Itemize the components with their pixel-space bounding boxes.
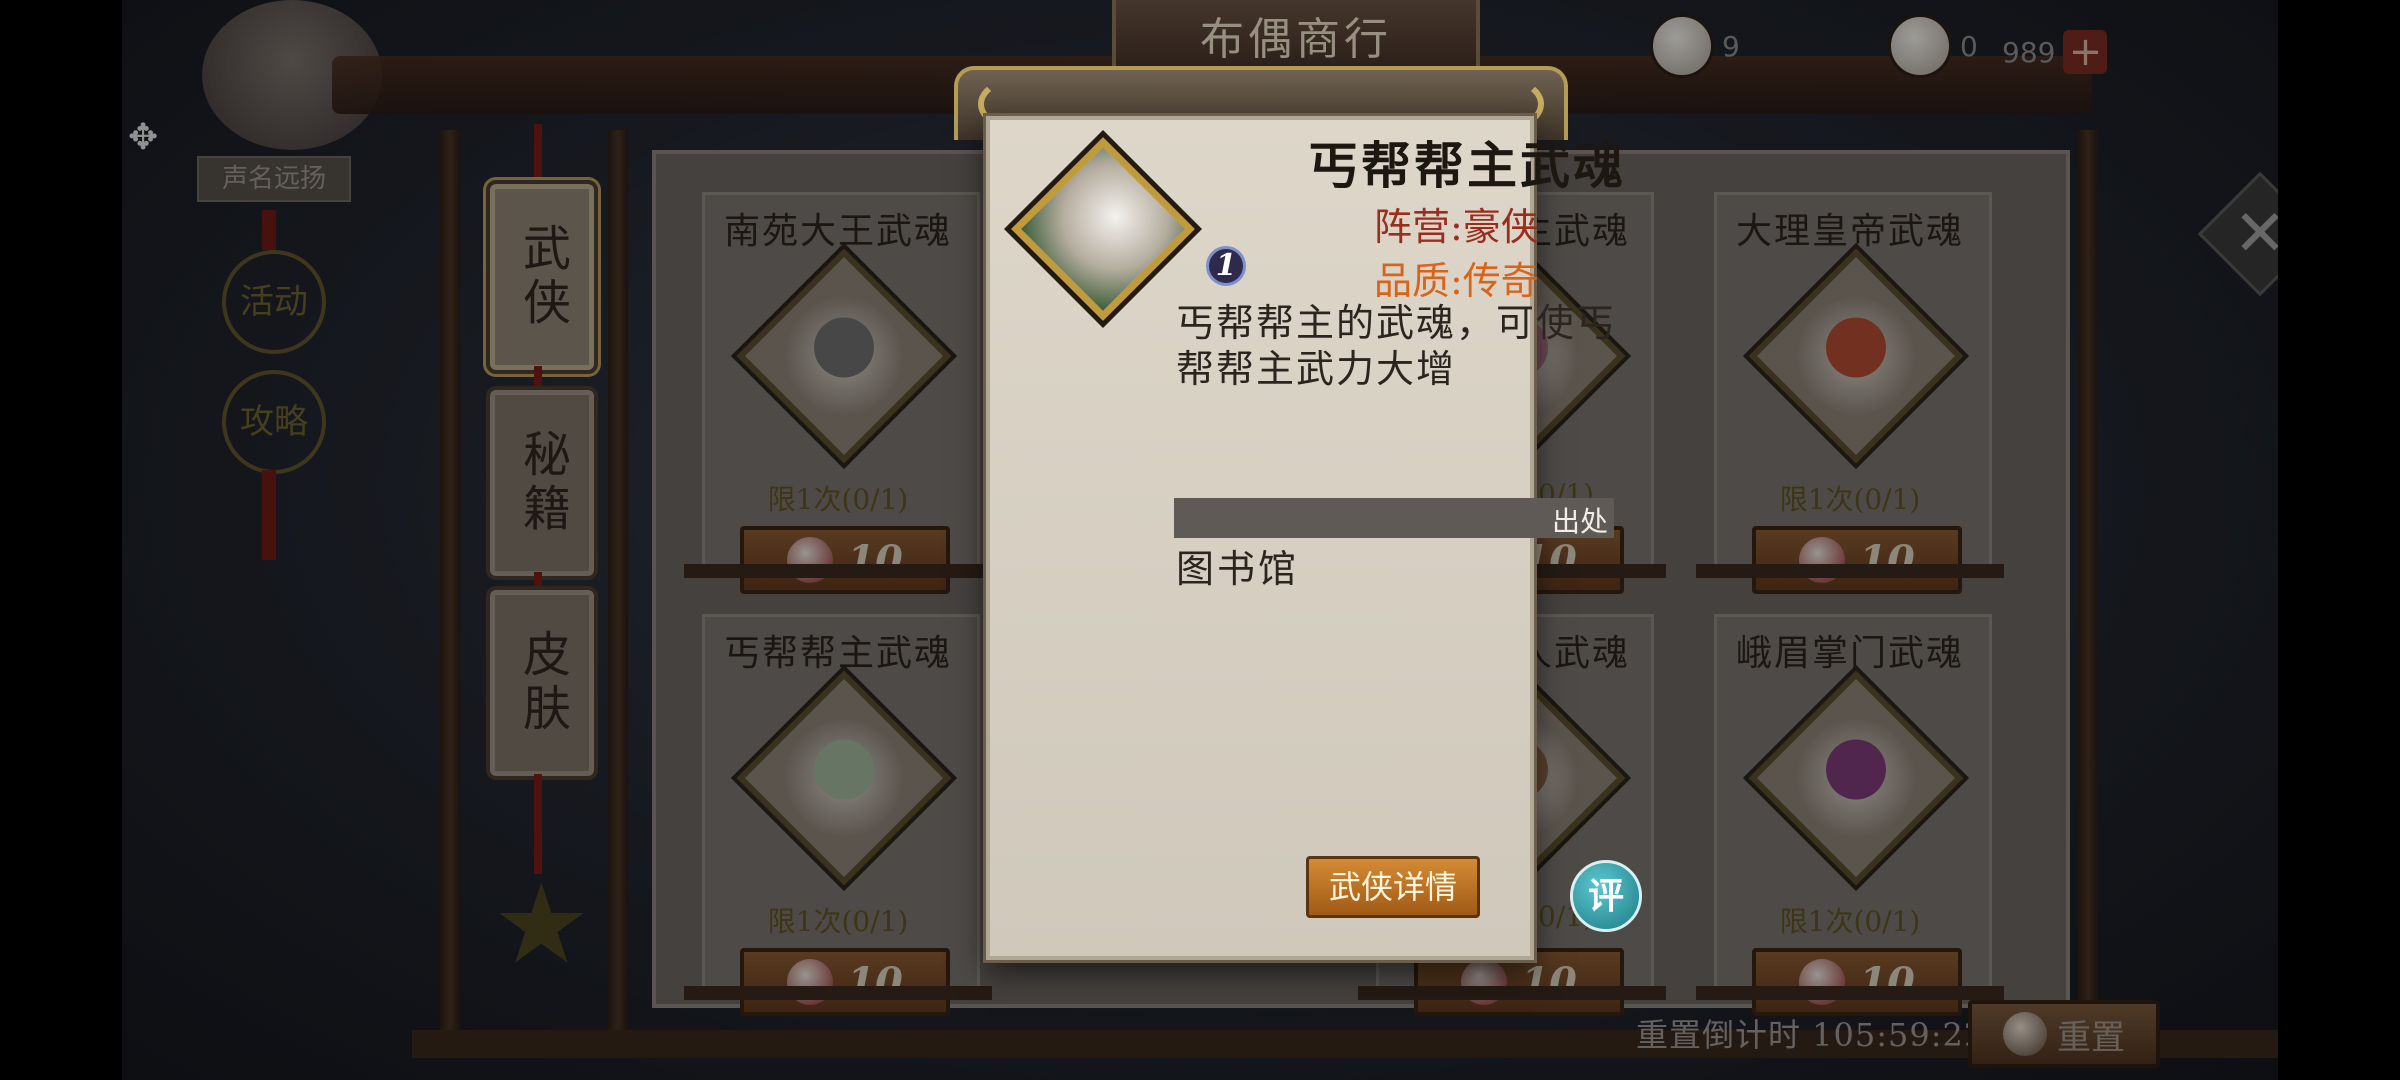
- tab-manuals[interactable]: 秘籍: [486, 386, 598, 580]
- star-decoration: ★: [492, 860, 591, 988]
- shelf-plank: [684, 564, 992, 578]
- product-name: 峨眉掌门武魂: [1735, 633, 1964, 674]
- product-card[interactable]: 峨眉掌门武魂 限1次(0/1) 10: [1696, 614, 2004, 1016]
- product-card[interactable]: 丐帮帮主武魂 限1次(0/1) 10: [684, 614, 992, 1016]
- quality-label: 品质:传奇: [1374, 259, 1539, 303]
- tab-tassel: [534, 774, 542, 874]
- tab-label: 武侠: [514, 223, 570, 331]
- puzzle-icon[interactable]: ✥: [128, 118, 168, 158]
- review-button[interactable]: 评: [1570, 860, 1642, 932]
- close-icon: ✕: [2233, 197, 2278, 271]
- purchase-limit: 限1次(0/1): [767, 905, 909, 938]
- reset-label: 重置: [2057, 1017, 2125, 1058]
- currency-value: 9: [1722, 29, 1740, 63]
- tab-label: 皮肤: [514, 629, 570, 737]
- shelf-pillar: [608, 130, 628, 1050]
- currency-value: 989: [2002, 35, 2056, 69]
- purchase-limit: 限1次(0/1): [767, 483, 909, 516]
- doll-coin-icon: [1650, 14, 1714, 78]
- reset-icon: [2003, 1012, 2047, 1056]
- activity-button[interactable]: 活动: [222, 250, 326, 354]
- buy-button[interactable]: 10: [740, 526, 950, 594]
- currency-avatar-coin: 0: [1888, 14, 1978, 78]
- shelf-pillar: [2078, 130, 2098, 1050]
- faction-label: 阵营:豪侠: [1374, 205, 1539, 249]
- product-name: 南苑大王武魂: [723, 211, 952, 252]
- tab-rope: [534, 124, 542, 184]
- buy-button[interactable]: 10: [1752, 948, 1962, 1016]
- shop-title: 布偶商行: [1200, 14, 1392, 65]
- guide-button[interactable]: 攻略: [222, 370, 326, 474]
- currency-doll-coin: 9: [1650, 14, 1740, 78]
- avatar-coin-icon: [1888, 14, 1952, 78]
- purchase-limit: 限1次(0/1): [1779, 483, 1921, 516]
- shelf-plank: [1696, 986, 2004, 1000]
- source-header: 出处: [1551, 505, 1608, 538]
- shelf-plank: [684, 986, 992, 1000]
- tab-heroes[interactable]: 武侠: [486, 180, 598, 374]
- game-screen: ✥ 声名远扬 活动 攻略 布偶商行 9 0 989 + 18 + 武侠 秘籍 皮…: [122, 0, 2278, 1080]
- shelf-plank: [1696, 564, 2004, 578]
- source-value: 图书馆: [1176, 547, 1300, 591]
- level-badge: 1: [1206, 246, 1246, 286]
- tassel-decoration: [262, 470, 276, 560]
- tab-label: 秘籍: [514, 429, 570, 537]
- product-card[interactable]: 南苑大王武魂 限1次(0/1) 10: [684, 192, 992, 594]
- reset-countdown: 重置倒计时 105:59:22: [1636, 1016, 1986, 1054]
- fame-title-plaque: 声名远扬: [197, 156, 351, 202]
- close-button[interactable]: ✕: [2197, 171, 2278, 297]
- purchase-limit: 限1次(0/1): [1779, 905, 1921, 938]
- add-gold-button[interactable]: +: [2063, 30, 2108, 74]
- product-name: 大理皇帝武魂: [1735, 211, 1964, 252]
- rope-decoration: [262, 210, 276, 250]
- currency-gold: 989 +: [2002, 30, 2108, 74]
- tab-skins[interactable]: 皮肤: [486, 586, 598, 780]
- buy-button[interactable]: 10: [1752, 526, 1962, 594]
- popup-title: 丐帮帮主武魂: [1308, 136, 1626, 195]
- product-name: 丐帮帮主武魂: [723, 633, 952, 674]
- source-header-bar: 出处: [1174, 498, 1614, 538]
- shelf-plank: [1358, 986, 1666, 1000]
- item-description: 丐帮帮主的武魂，可使丐帮帮主武力大增: [1176, 301, 1617, 391]
- buy-button[interactable]: 10: [740, 948, 950, 1016]
- currency-value: 0: [1960, 29, 1978, 63]
- shelf-pillar: [440, 130, 460, 1050]
- product-card[interactable]: 大理皇帝武魂 限1次(0/1) 10: [1696, 192, 2004, 594]
- reset-button[interactable]: 重置: [1968, 1000, 2160, 1068]
- hero-details-button[interactable]: 武侠详情: [1306, 856, 1480, 918]
